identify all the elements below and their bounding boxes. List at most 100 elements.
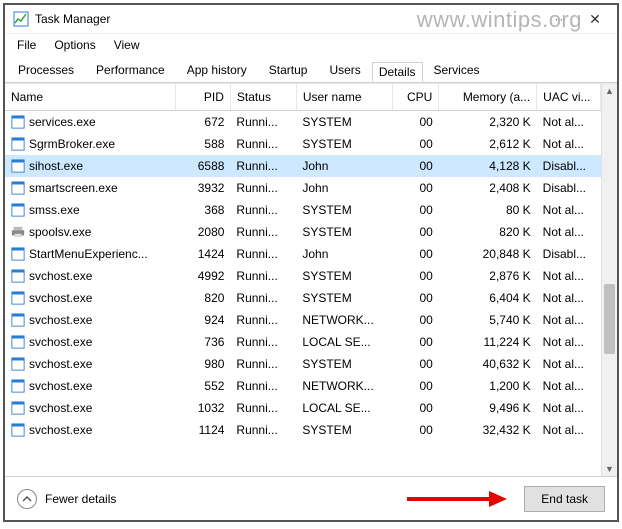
cell-pid: 1124 [175, 419, 230, 441]
process-name: svchost.exe [29, 379, 92, 393]
tab-app-history[interactable]: App history [176, 57, 258, 83]
process-icon [11, 357, 25, 371]
cell-pid: 1032 [175, 397, 230, 419]
fewer-details-button[interactable]: Fewer details [17, 489, 116, 509]
cell-user: SYSTEM [296, 287, 392, 309]
cell-memory: 6,404 K [439, 287, 537, 309]
table-row[interactable]: StartMenuExperienc...1424Runni...John002… [5, 243, 601, 265]
tab-services[interactable]: Services [423, 57, 491, 83]
process-icon [11, 291, 25, 305]
table-row[interactable]: svchost.exe552Runni...NETWORK...001,200 … [5, 375, 601, 397]
process-name: spoolsv.exe [29, 225, 91, 239]
cell-memory: 2,612 K [439, 133, 537, 155]
table-row[interactable]: spoolsv.exe2080Runni...SYSTEM00820 KNot … [5, 221, 601, 243]
table-row[interactable]: sihost.exe6588Runni...John004,128 KDisab… [5, 155, 601, 177]
minimize-button[interactable]: ─ [545, 8, 577, 30]
cell-user: John [296, 155, 392, 177]
menu-file[interactable]: File [9, 36, 44, 54]
process-icon [11, 313, 25, 327]
cell-memory: 80 K [439, 199, 537, 221]
process-name: svchost.exe [29, 313, 92, 327]
table-row[interactable]: svchost.exe924Runni...NETWORK...005,740 … [5, 309, 601, 331]
col-user[interactable]: User name [296, 84, 392, 111]
cell-cpu: 00 [392, 155, 439, 177]
table-row[interactable]: svchost.exe980Runni...SYSTEM0040,632 KNo… [5, 353, 601, 375]
process-icon [11, 247, 25, 261]
cell-user: SYSTEM [296, 419, 392, 441]
title-bar[interactable]: Task Manager ─ ✕ [5, 5, 617, 33]
table-row[interactable]: svchost.exe820Runni...SYSTEM006,404 KNot… [5, 287, 601, 309]
cell-pid: 368 [175, 199, 230, 221]
cell-user: SYSTEM [296, 265, 392, 287]
cell-pid: 980 [175, 353, 230, 375]
cell-cpu: 00 [392, 375, 439, 397]
table-row[interactable]: SgrmBroker.exe588Runni...SYSTEM002,612 K… [5, 133, 601, 155]
cell-uac: Not al... [537, 221, 601, 243]
cell-memory: 9,496 K [439, 397, 537, 419]
table-row[interactable]: smss.exe368Runni...SYSTEM0080 KNot al... [5, 199, 601, 221]
process-icon [11, 115, 25, 129]
cell-pid: 924 [175, 309, 230, 331]
tab-startup[interactable]: Startup [258, 57, 319, 83]
cell-user: SYSTEM [296, 353, 392, 375]
menu-options[interactable]: Options [46, 36, 103, 54]
cell-pid: 1424 [175, 243, 230, 265]
cell-status: Runni... [230, 133, 296, 155]
cell-uac: Not al... [537, 265, 601, 287]
cell-cpu: 00 [392, 265, 439, 287]
cell-pid: 2080 [175, 221, 230, 243]
vertical-scrollbar[interactable]: ▲ ▼ [601, 84, 617, 476]
cell-status: Runni... [230, 375, 296, 397]
cell-cpu: 00 [392, 243, 439, 265]
cell-status: Runni... [230, 397, 296, 419]
cell-uac: Not al... [537, 353, 601, 375]
cell-cpu: 00 [392, 287, 439, 309]
col-memory[interactable]: Memory (a... [439, 84, 537, 111]
cell-user: John [296, 243, 392, 265]
tab-strip: Processes Performance App history Startu… [5, 55, 617, 83]
end-task-button[interactable]: End task [524, 486, 605, 512]
tab-users[interactable]: Users [318, 57, 371, 83]
cell-memory: 5,740 K [439, 309, 537, 331]
cell-cpu: 00 [392, 177, 439, 199]
cell-status: Runni... [230, 221, 296, 243]
col-status[interactable]: Status [230, 84, 296, 111]
cell-user: SYSTEM [296, 111, 392, 133]
col-name[interactable]: Name [5, 84, 175, 111]
cell-user: SYSTEM [296, 199, 392, 221]
table-row[interactable]: svchost.exe1124Runni...SYSTEM0032,432 KN… [5, 419, 601, 441]
process-name: SgrmBroker.exe [29, 137, 115, 151]
scroll-up-icon[interactable]: ▲ [602, 84, 617, 98]
close-button[interactable]: ✕ [579, 8, 611, 30]
tab-details[interactable]: Details [372, 62, 423, 82]
cell-uac: Not al... [537, 111, 601, 133]
annotation-arrow-icon [407, 489, 507, 509]
table-row[interactable]: smartscreen.exe3932Runni...John002,408 K… [5, 177, 601, 199]
process-icon [11, 137, 25, 151]
scroll-thumb[interactable] [604, 284, 615, 354]
cell-pid: 3932 [175, 177, 230, 199]
cell-status: Runni... [230, 265, 296, 287]
table-row[interactable]: services.exe672Runni...SYSTEM002,320 KNo… [5, 111, 601, 133]
table-row[interactable]: svchost.exe736Runni...LOCAL SE...0011,22… [5, 331, 601, 353]
menu-bar: File Options View [5, 33, 617, 55]
process-table[interactable]: Name PID Status User name CPU Memory (a.… [5, 84, 601, 476]
table-row[interactable]: svchost.exe4992Runni...SYSTEM002,876 KNo… [5, 265, 601, 287]
cell-uac: Disabl... [537, 243, 601, 265]
col-uac[interactable]: UAC vi... [537, 84, 601, 111]
column-headers[interactable]: Name PID Status User name CPU Memory (a.… [5, 84, 601, 111]
cell-uac: Disabl... [537, 155, 601, 177]
tab-processes[interactable]: Processes [7, 57, 85, 83]
col-pid[interactable]: PID [175, 84, 230, 111]
cell-status: Runni... [230, 155, 296, 177]
tab-performance[interactable]: Performance [85, 57, 176, 83]
menu-view[interactable]: View [106, 36, 148, 54]
cell-pid: 672 [175, 111, 230, 133]
col-cpu[interactable]: CPU [392, 84, 439, 111]
cell-status: Runni... [230, 199, 296, 221]
cell-cpu: 00 [392, 309, 439, 331]
cell-memory: 20,848 K [439, 243, 537, 265]
table-row[interactable]: svchost.exe1032Runni...LOCAL SE...009,49… [5, 397, 601, 419]
scroll-down-icon[interactable]: ▼ [602, 462, 617, 476]
window-frame: Task Manager ─ ✕ File Options View Proce… [3, 3, 619, 522]
